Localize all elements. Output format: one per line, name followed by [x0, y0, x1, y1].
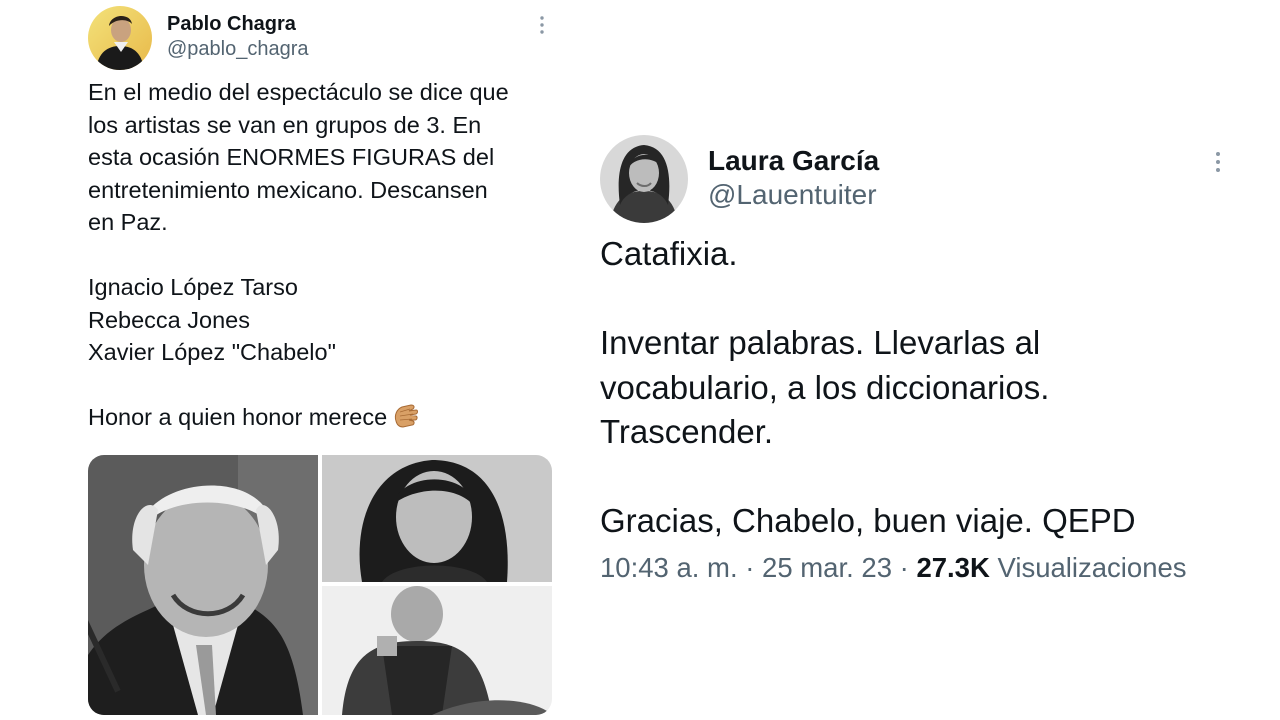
closing-text: Honor a quien honor merece	[88, 404, 388, 430]
closing-line: Honor a quien honor merece	[88, 401, 554, 434]
avatar[interactable]	[88, 6, 152, 70]
text-line: Inventar palabras. Llevarlas al	[600, 324, 1041, 361]
clapping-hands-icon	[391, 403, 419, 429]
tweet-metadata: 10:43 a. m. · 25 mar. 23 · 27.3K Visuali…	[600, 550, 1187, 586]
text-line: los artistas se van en grupos de 3. En	[88, 111, 482, 138]
text-line: esta ocasión ENORMES FIGURAS del	[88, 144, 495, 170]
author-name[interactable]: Pablo Chagra	[167, 11, 296, 37]
views-label: Visualizaciones	[989, 552, 1187, 583]
author-name[interactable]: Laura García	[708, 145, 879, 177]
name-list-item: Xavier López "Chabelo"	[88, 339, 336, 365]
name-list-item: Rebecca Jones	[88, 306, 250, 333]
separator: ·	[892, 552, 917, 583]
author-handle[interactable]: @pablo_chagra	[167, 36, 309, 62]
text-line: vocabulario, a los diccionarios.	[600, 368, 1050, 406]
photo-man-overalls[interactable]	[322, 586, 552, 715]
avatar[interactable]	[600, 135, 688, 223]
tweet-text: En el medio del espectáculo se dice que …	[88, 76, 554, 434]
name-list-item: Ignacio López Tarso	[88, 274, 298, 300]
text-line: entretenimiento mexicano. Descansen	[88, 176, 488, 203]
tweet-text: Catafixia. Inventar palabras. Llevarlas …	[600, 232, 1240, 544]
tweet-laura-garcia[interactable]: Laura García @Lauentuiter Catafixia. Inv…	[600, 0, 1240, 720]
photo-woman[interactable]	[322, 455, 552, 582]
media-grid[interactable]	[88, 455, 552, 715]
text-line: Trascender.	[600, 413, 774, 450]
text-line: Gracias, Chabelo, buen viaje. QEPD	[600, 502, 1136, 539]
more-options-icon[interactable]	[534, 14, 550, 36]
text-line: En el medio del espectáculo se dice que	[88, 79, 509, 105]
tweet-date[interactable]: 25 mar. 23	[762, 552, 892, 583]
tweet-time[interactable]: 10:43 a. m.	[600, 552, 738, 583]
photo-elderly-man[interactable]	[88, 455, 318, 715]
separator: ·	[737, 552, 763, 583]
views-count: 27.3K	[916, 552, 990, 583]
author-handle[interactable]: @Lauentuiter	[708, 178, 877, 212]
more-options-icon[interactable]	[1210, 150, 1226, 174]
tweet-pablo-chagra[interactable]: Pablo Chagra @pablo_chagra En el medio d…	[88, 0, 554, 720]
text-line: en Paz.	[88, 209, 168, 235]
text-line: Catafixia.	[600, 235, 738, 272]
